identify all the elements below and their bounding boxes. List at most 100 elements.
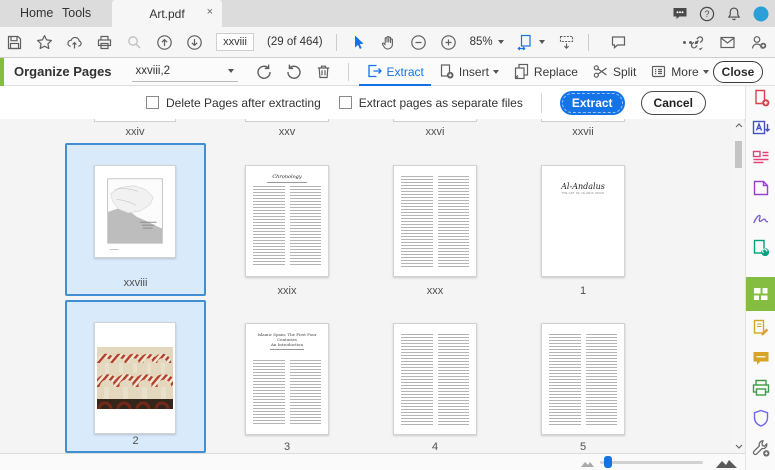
- page-thumbnail-grid: xxiv xxv xxvi xxvii xxviii Chronology xx…: [0, 119, 733, 453]
- page-label: xxix: [277, 285, 297, 297]
- extract-tool[interactable]: Extract: [358, 58, 431, 86]
- email-icon[interactable]: [719, 34, 736, 51]
- cancel-button[interactable]: Cancel: [640, 90, 706, 115]
- page-display-icon[interactable]: [558, 34, 575, 51]
- thumbnail-selected-2[interactable]: 2: [65, 300, 206, 453]
- rotate-counterclockwise-icon[interactable]: [254, 62, 274, 82]
- partial-page-thumbnail[interactable]: [541, 119, 625, 122]
- delete-after-label[interactable]: Delete Pages after extracting: [166, 96, 321, 110]
- scrollbar-thumb[interactable]: [735, 141, 742, 168]
- extract-confirm-button[interactable]: Extract: [559, 90, 625, 115]
- toolbar-separator: [335, 33, 337, 51]
- replace-tool[interactable]: Replace: [506, 58, 585, 86]
- svg-text:?: ?: [704, 9, 709, 19]
- export-pdf-icon[interactable]: [746, 116, 775, 140]
- rotate-clockwise-icon[interactable]: [284, 62, 304, 82]
- tab-tools[interactable]: Tools: [62, 6, 91, 20]
- fill-and-sign-icon[interactable]: [746, 206, 775, 230]
- more-list-icon: [652, 65, 666, 78]
- print-icon[interactable]: [96, 34, 113, 51]
- text-column: [549, 334, 581, 425]
- page-label: xxvii: [572, 126, 594, 138]
- split-icon: [593, 65, 607, 78]
- page-range-dropdown[interactable]: xxviii,2: [131, 62, 238, 82]
- partial-page-thumbnail[interactable]: [245, 119, 329, 122]
- hand-tool-icon[interactable]: [380, 34, 397, 51]
- link-icon[interactable]: [688, 34, 705, 51]
- separate-files-label[interactable]: Extract pages as separate files: [359, 96, 523, 110]
- send-for-comments-icon[interactable]: [746, 236, 775, 260]
- more-tool[interactable]: More: [643, 58, 715, 86]
- delete-pages-icon[interactable]: [314, 62, 334, 82]
- chevron-down-icon: [702, 69, 709, 74]
- organize-pages-tool-active[interactable]: [746, 277, 775, 311]
- notifications-bell-icon[interactable]: [726, 6, 742, 22]
- heading-rule: [267, 182, 307, 183]
- thumbnail-selected-xxviii[interactable]: xxviii: [65, 143, 206, 296]
- page-number-input[interactable]: xxviii: [216, 33, 254, 51]
- text-column: [437, 176, 469, 267]
- partial-page-thumbnail[interactable]: [393, 119, 477, 122]
- help-icon[interactable]: ?: [699, 6, 715, 22]
- comment-icon[interactable]: [610, 34, 627, 51]
- close-tab-icon[interactable]: ×: [207, 6, 213, 18]
- zoom-out-thumbnails-icon[interactable]: [581, 459, 596, 467]
- page-label: 4: [431, 441, 439, 453]
- partial-page-thumbnail[interactable]: [94, 119, 176, 122]
- combine-files-icon[interactable]: [746, 176, 775, 200]
- thumbnail-xxix[interactable]: Chronology: [245, 165, 329, 277]
- edit-pdf-icon[interactable]: [746, 146, 775, 170]
- add-user-icon[interactable]: [750, 34, 767, 51]
- text-column: [401, 176, 433, 267]
- text-column: [289, 360, 321, 425]
- document-tab-title: Art.pdf: [149, 6, 185, 21]
- create-pdf-icon[interactable]: [746, 86, 775, 110]
- zoom-in-icon[interactable]: [440, 34, 457, 51]
- thumbnail-5[interactable]: [541, 323, 625, 435]
- toolbar-separator: [587, 33, 589, 51]
- account-avatar[interactable]: [753, 6, 769, 22]
- thumbnail-3[interactable]: Islamic Spain: The First Four Centuries …: [245, 323, 329, 435]
- save-icon[interactable]: [6, 34, 23, 51]
- request-signatures-icon[interactable]: [746, 316, 775, 340]
- tab-home[interactable]: Home: [20, 6, 53, 20]
- star-icon[interactable]: [36, 34, 53, 51]
- share-cloud-icon[interactable]: [66, 34, 83, 51]
- page-preview-photo: [94, 322, 176, 434]
- thumbnail-size-slider-handle[interactable]: [604, 456, 612, 468]
- thumbnail-size-slider-track[interactable]: [600, 461, 703, 464]
- comment-tool-icon[interactable]: [746, 346, 775, 370]
- main-toolbar: xxviii (29 of 464) 85%: [0, 27, 775, 58]
- separate-files-checkbox[interactable]: [338, 96, 352, 109]
- scan-and-ocr-icon[interactable]: [746, 376, 775, 400]
- zoom-in-thumbnails-icon[interactable]: [716, 457, 737, 468]
- select-tool-icon[interactable]: [350, 34, 367, 51]
- delete-after-checkbox[interactable]: [146, 96, 159, 109]
- previous-page-icon[interactable]: [156, 34, 173, 51]
- chat-icon[interactable]: [672, 7, 688, 21]
- split-tool[interactable]: Split: [585, 58, 643, 86]
- more-tools-icon[interactable]: [746, 436, 775, 460]
- page-label: 2: [132, 435, 139, 447]
- thumbnail-1[interactable]: Al-Andalus THE ART OF ISLAMIC SPAIN: [541, 165, 625, 277]
- tab-document[interactable]: Art.pdf ×: [112, 0, 222, 27]
- search-icon[interactable]: [126, 34, 143, 51]
- text-column: [289, 186, 321, 267]
- next-page-icon[interactable]: [186, 34, 203, 51]
- vertical-scrollbar[interactable]: [733, 119, 744, 453]
- zoom-out-icon[interactable]: [410, 34, 427, 51]
- close-button[interactable]: Close: [713, 61, 763, 83]
- tools-sidebar: [745, 86, 775, 470]
- tab-bar: Home Tools Art.pdf × ?: [0, 0, 775, 27]
- chevron-down-icon: [538, 40, 545, 44]
- scroll-down-icon[interactable]: [734, 442, 743, 451]
- text-column: [585, 334, 617, 425]
- thumbnail-4[interactable]: [393, 323, 477, 435]
- scroll-up-icon[interactable]: [734, 121, 743, 130]
- protect-icon[interactable]: [746, 406, 775, 430]
- fit-page-control[interactable]: [517, 34, 545, 51]
- zoom-level-control[interactable]: 85%: [470, 36, 504, 48]
- insert-tool[interactable]: Insert: [431, 58, 506, 86]
- thumbnail-xxx[interactable]: [393, 165, 477, 277]
- page-heading: Chronology: [272, 174, 302, 180]
